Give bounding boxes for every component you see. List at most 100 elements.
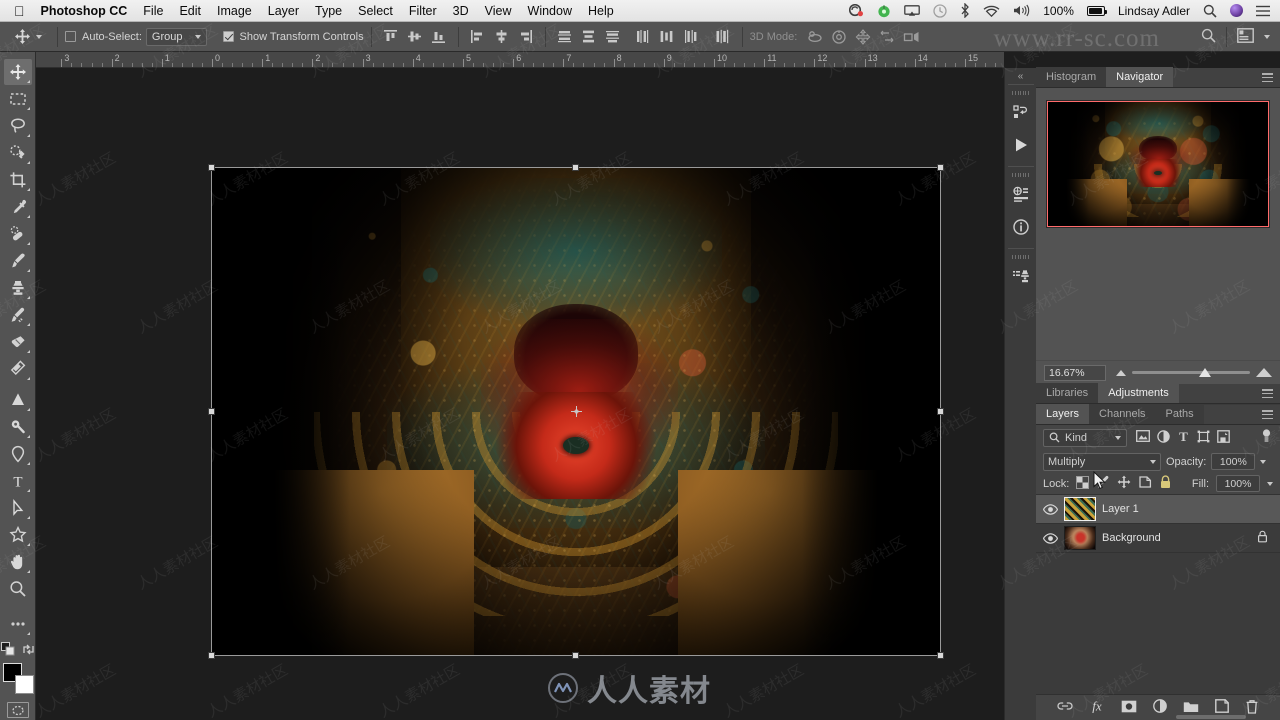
tab-layers[interactable]: Layers: [1036, 404, 1090, 424]
zoom-slider-knob[interactable]: [1199, 368, 1212, 377]
document-canvas[interactable]: [208, 164, 944, 659]
eraser-tool[interactable]: [4, 329, 32, 355]
zoom-out-mountain-icon[interactable]: [1116, 369, 1126, 376]
menu-item-file[interactable]: File: [143, 4, 163, 18]
zoom-tool[interactable]: [4, 576, 32, 602]
menu-item-3d[interactable]: 3D: [453, 4, 469, 18]
show-transform-controls-checkbox[interactable]: [222, 31, 234, 42]
horizontal-ruler[interactable]: 3 2 1 0 1 2 3 4 5 6 7 8 9 10 11 12 13 14 15: [36, 52, 1004, 68]
navigator-thumbnail[interactable]: [1046, 100, 1270, 228]
fill-chevron-down-icon[interactable]: [1267, 481, 1273, 486]
layer-name[interactable]: Layer 1: [1102, 503, 1274, 515]
blur-tool[interactable]: [4, 387, 32, 413]
transform-handle-top-right[interactable]: [937, 164, 944, 171]
zoom-slider-track[interactable]: [1132, 371, 1250, 374]
layer-thumbnail[interactable]: [1064, 526, 1096, 550]
menu-item-edit[interactable]: Edit: [179, 4, 201, 18]
menu-app-name[interactable]: Photoshop CC: [41, 4, 128, 18]
auto-select-checkbox[interactable]: [65, 31, 76, 42]
transform-handle-bottom-right[interactable]: [937, 652, 944, 659]
rail-drag-dots-icon-3[interactable]: [1012, 254, 1029, 259]
clone-stamp-tool[interactable]: [4, 275, 32, 301]
volume-icon[interactable]: [1013, 4, 1030, 17]
new-layer-icon[interactable]: [1215, 699, 1229, 716]
wifi-icon[interactable]: [983, 5, 1000, 17]
hand-tool[interactable]: [4, 549, 32, 575]
horizontal-scrollbar[interactable]: [1176, 715, 1246, 719]
align-horizontal-centers-button[interactable]: [490, 26, 514, 48]
new-adjustment-layer-icon[interactable]: [1153, 699, 1167, 716]
roll-3d-icon[interactable]: [827, 26, 851, 48]
scale-3d-icon[interactable]: [899, 26, 923, 48]
custom-shape-tool[interactable]: [4, 522, 32, 548]
distribute-bottom-edges-button[interactable]: [601, 26, 625, 48]
lock-transparent-pixels-icon[interactable]: [1076, 475, 1090, 492]
align-top-edges-button[interactable]: [379, 26, 403, 48]
layer-visibility-toggle[interactable]: [1042, 532, 1058, 544]
history-panel-icon[interactable]: [1008, 100, 1034, 126]
navigator-panel-menu-icon[interactable]: [1262, 73, 1273, 82]
transform-handle-middle-right[interactable]: [937, 407, 944, 415]
table-row[interactable]: Background: [1036, 524, 1280, 553]
default-colors-icon[interactable]: [0, 642, 15, 659]
filter-shape-icon[interactable]: [1197, 430, 1210, 446]
tool-preset-chevron-icon[interactable]: [36, 34, 42, 39]
menu-item-select[interactable]: Select: [358, 4, 393, 18]
transform-handle-top-left[interactable]: [208, 164, 215, 171]
rail-drag-dots-icon-2[interactable]: [1012, 172, 1029, 177]
horizontal-type-tool[interactable]: T: [4, 468, 32, 494]
tab-adjustments[interactable]: Adjustments: [1098, 383, 1179, 403]
menu-item-layer[interactable]: Layer: [268, 4, 299, 18]
tab-navigator[interactable]: Navigator: [1106, 67, 1174, 87]
gradient-tool[interactable]: [4, 356, 32, 382]
path-selection-tool[interactable]: [4, 495, 32, 521]
distribute-horizontal-centers-button[interactable]: [655, 26, 679, 48]
menu-item-help[interactable]: Help: [588, 4, 614, 18]
eyedropper-tool[interactable]: [4, 194, 32, 220]
brush-tool[interactable]: [4, 248, 32, 274]
rectangular-marquee-tool[interactable]: [4, 86, 32, 112]
align-vertical-centers-button[interactable]: [403, 26, 427, 48]
filter-type-icon[interactable]: T: [1177, 429, 1190, 446]
siri-icon[interactable]: [1230, 4, 1243, 17]
history-brush-tool[interactable]: [4, 302, 32, 328]
dropbox-icon[interactable]: [849, 4, 864, 17]
dodge-tool[interactable]: [4, 414, 32, 440]
new-group-icon[interactable]: [1183, 700, 1199, 716]
layer-name[interactable]: Background: [1102, 532, 1251, 544]
table-row[interactable]: Layer 1: [1036, 495, 1280, 524]
collapse-panels-icon[interactable]: «: [1005, 68, 1036, 84]
menu-item-window[interactable]: Window: [528, 4, 572, 18]
zoom-in-mountain-icon[interactable]: [1256, 368, 1272, 377]
color-swatches[interactable]: [2, 663, 34, 694]
workspace-chevron-down-icon[interactable]: [1264, 34, 1270, 39]
crop-tool[interactable]: [4, 167, 32, 193]
menu-item-view[interactable]: View: [485, 4, 512, 18]
transform-handle-bottom-left[interactable]: [208, 652, 215, 659]
tab-libraries[interactable]: Libraries: [1036, 383, 1099, 403]
filter-smart-object-icon[interactable]: [1217, 429, 1230, 446]
opacity-chevron-down-icon[interactable]: [1260, 459, 1267, 464]
clone-source-panel-icon[interactable]: [1008, 264, 1034, 290]
lock-position-icon[interactable]: [1117, 475, 1131, 492]
distribute-right-edges-button[interactable]: [679, 26, 703, 48]
filter-pixel-icon[interactable]: [1136, 430, 1150, 445]
delete-layer-icon[interactable]: [1245, 699, 1259, 717]
lock-all-icon[interactable]: [1159, 475, 1172, 492]
pen-tool[interactable]: [4, 441, 32, 467]
properties-panel-icon[interactable]: [1008, 182, 1034, 208]
menu-item-filter[interactable]: Filter: [409, 4, 437, 18]
opacity-input[interactable]: 100%: [1211, 453, 1256, 470]
distribute-left-edges-button[interactable]: [631, 26, 655, 48]
lasso-tool[interactable]: [4, 113, 32, 139]
edit-toolbar-button[interactable]: [4, 611, 32, 637]
menu-item-type[interactable]: Type: [315, 4, 342, 18]
workspace-icon[interactable]: [1237, 27, 1254, 46]
filter-adjustment-icon[interactable]: [1157, 429, 1170, 446]
quick-mask-mode-button[interactable]: [6, 702, 29, 718]
lock-artboard-nesting-icon[interactable]: [1138, 475, 1152, 492]
auto-select-dropdown[interactable]: Group: [145, 27, 207, 46]
actions-panel-icon[interactable]: [1008, 132, 1034, 158]
drag-3d-icon[interactable]: [851, 26, 875, 48]
fill-input[interactable]: 100%: [1216, 475, 1260, 492]
